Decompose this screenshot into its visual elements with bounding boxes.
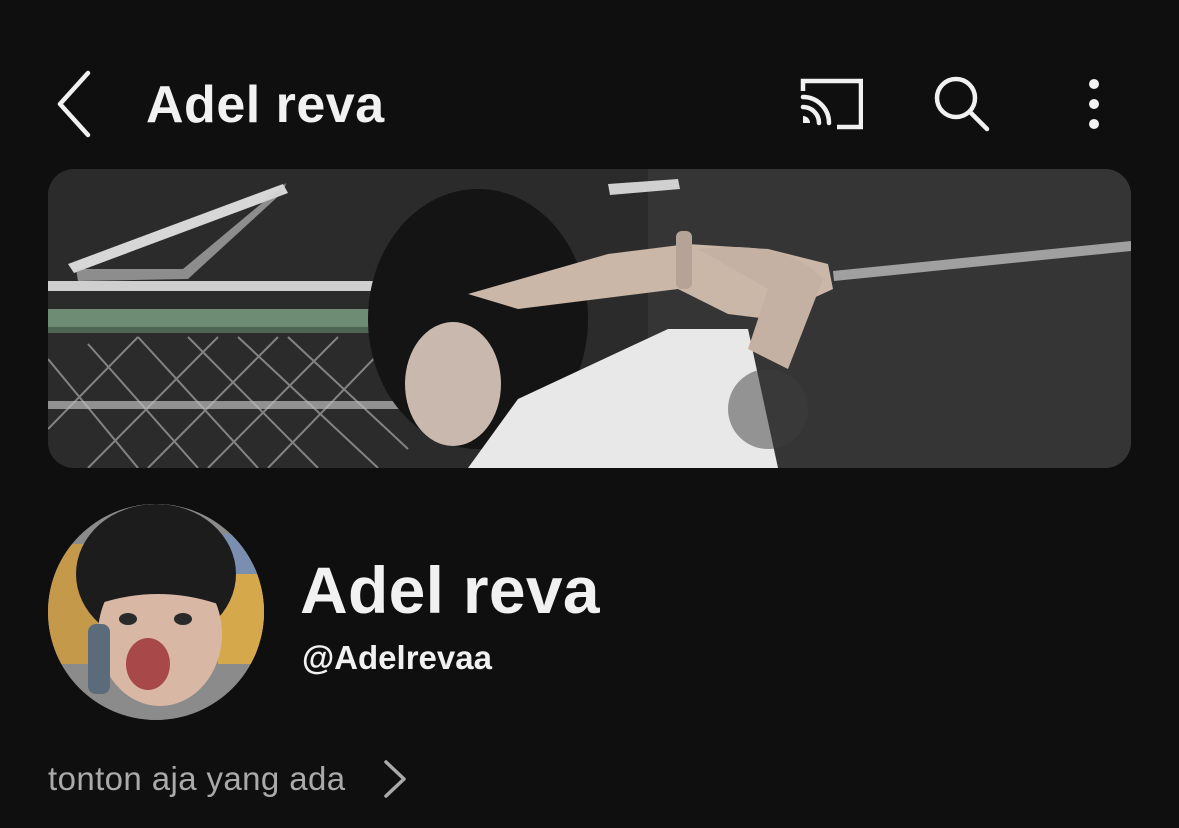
channel-description: tonton aja yang ada bbox=[48, 760, 346, 797]
search-button[interactable] bbox=[924, 66, 1000, 142]
channel-name: Adel reva bbox=[300, 553, 600, 627]
page-title: Adel reva bbox=[146, 76, 385, 134]
channel-screen: Adel reva Adel reva @Adelrevaa tonton aj… bbox=[0, 0, 1179, 828]
cast-button[interactable] bbox=[792, 66, 868, 142]
top-app-bar: Adel reva bbox=[0, 0, 1179, 170]
cast-icon bbox=[800, 78, 863, 130]
more-options-button[interactable] bbox=[1056, 66, 1132, 142]
chevron-left-icon bbox=[57, 70, 91, 138]
back-button[interactable] bbox=[40, 62, 110, 146]
chevron-right-icon bbox=[380, 756, 410, 802]
banner-image bbox=[48, 169, 1131, 468]
avatar-image bbox=[48, 504, 264, 720]
channel-banner bbox=[48, 169, 1131, 468]
channel-avatar[interactable] bbox=[48, 504, 264, 720]
search-icon bbox=[934, 76, 990, 132]
channel-handle: @Adelrevaa bbox=[302, 639, 492, 676]
more-vertical-icon bbox=[1089, 79, 1099, 129]
channel-description-link[interactable]: tonton aja yang ada bbox=[48, 754, 410, 804]
